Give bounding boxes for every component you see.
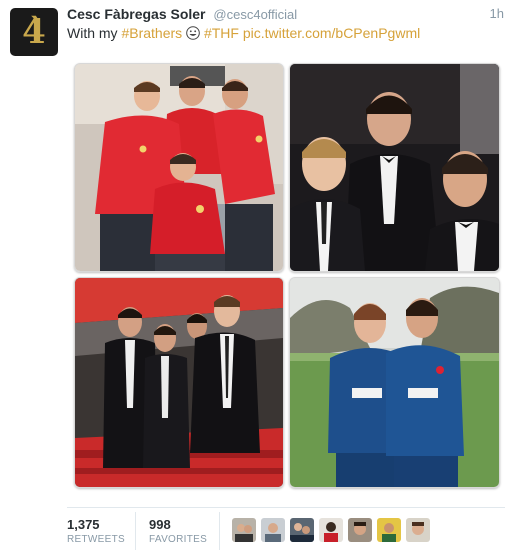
stats-divider: [67, 507, 505, 508]
tweet-card: 4̀ Cesc Fàbregas Soler @cesc4official 1h…: [0, 0, 516, 553]
favoriter-avatar[interactable]: [290, 518, 314, 542]
retweets-stat[interactable]: 1,375 RETWEETS: [67, 512, 136, 550]
photo-collage[interactable]: [70, 58, 502, 490]
favoriter-avatar[interactable]: [377, 518, 401, 542]
photo-blue-training-kit[interactable]: [289, 277, 500, 488]
user-handle[interactable]: @cesc4official: [213, 7, 297, 22]
tweet-media-link[interactable]: pic.twitter.com/bCPenPgwml: [243, 25, 420, 41]
user-fullname[interactable]: Cesc Fàbregas Soler: [67, 6, 206, 22]
tweet-text-prefix: With my: [67, 25, 122, 41]
avatar-logo: 4̀: [22, 12, 46, 52]
favorites-label: FAVORITES: [149, 534, 208, 545]
profile-avatar[interactable]: 4̀: [10, 8, 58, 56]
tweet-text: With my #Brathers #THF pic.twitter.com/b…: [67, 25, 420, 41]
favoriter-avatar[interactable]: [232, 518, 256, 542]
photo-tuxedo-trio[interactable]: [289, 63, 500, 272]
photo-red-training-group[interactable]: [74, 63, 284, 272]
retweets-count: 1,375: [67, 517, 100, 532]
tweet-header: Cesc Fàbregas Soler @cesc4official: [67, 6, 507, 26]
favoriter-avatar[interactable]: [261, 518, 285, 542]
grinning-face-emoji-icon: [186, 26, 200, 40]
favoriter-avatar[interactable]: [348, 518, 372, 542]
hashtag-brathers[interactable]: #Brathers: [121, 25, 182, 41]
favoriter-avatar[interactable]: [406, 518, 430, 542]
retweets-label: RETWEETS: [67, 534, 125, 545]
favorites-stat[interactable]: 998 FAVORITES: [149, 512, 220, 550]
photo-suits-stadium[interactable]: [74, 277, 284, 488]
hashtag-thf[interactable]: #THF: [204, 25, 239, 41]
favoriter-avatar[interactable]: [319, 518, 343, 542]
tweet-timestamp[interactable]: 1h: [490, 6, 504, 21]
favorites-count: 998: [149, 517, 171, 532]
